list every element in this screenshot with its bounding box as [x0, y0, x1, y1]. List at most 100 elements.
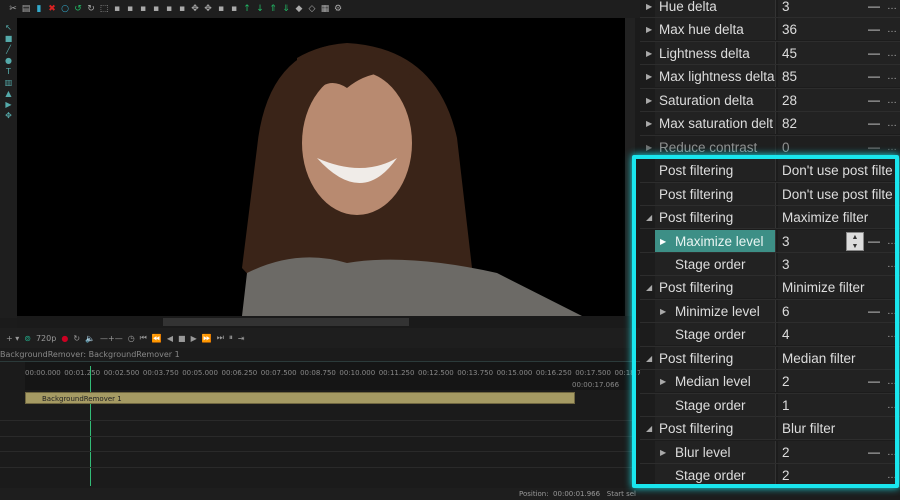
reset-icon[interactable]: —: [868, 18, 880, 41]
reset-icon[interactable]: —: [868, 136, 880, 159]
record-icon[interactable]: ●: [61, 334, 68, 343]
video-preview[interactable]: [17, 18, 625, 316]
property-value[interactable]: 3: [778, 229, 900, 252]
circle-icon[interactable]: ○: [60, 4, 70, 14]
fit-icon[interactable]: ▪: [216, 4, 226, 14]
reset-icon[interactable]: —: [868, 42, 880, 65]
more-icon[interactable]: …: [887, 112, 897, 135]
more-icon[interactable]: …: [887, 300, 897, 323]
property-value[interactable]: 0: [778, 135, 900, 158]
property-value[interactable]: 85: [778, 65, 900, 88]
property-row[interactable]: ▶ Max hue delta 36—…: [640, 18, 900, 42]
property-row[interactable]: ▶ Max saturation delt 82—…: [640, 112, 900, 136]
property-row[interactable]: ▶ Reduce contrast 0—…: [640, 135, 900, 160]
property-value[interactable]: 2: [778, 440, 900, 463]
property-row[interactable]: ▶ Lightness delta 45—…: [640, 41, 900, 66]
property-row[interactable]: Post filtering Don't use post filte: [640, 159, 900, 183]
property-row[interactable]: Stage order 1…: [640, 393, 900, 418]
prev-frame-icon[interactable]: ◀: [167, 334, 173, 343]
property-row[interactable]: Stage order 4…: [640, 323, 900, 347]
paste-icon[interactable]: ▮: [34, 4, 44, 14]
property-value[interactable]: Blur filter: [778, 417, 900, 440]
select-icon[interactable]: ⬚: [99, 4, 109, 14]
property-value[interactable]: Median filter: [778, 346, 900, 369]
property-row[interactable]: ▶ Saturation delta 28—…: [640, 88, 900, 113]
more-icon[interactable]: …: [887, 18, 897, 41]
reset-icon[interactable]: —: [868, 89, 880, 112]
ellipse-icon[interactable]: ●: [5, 57, 13, 65]
align-left-icon[interactable]: ▪: [112, 4, 122, 14]
property-value[interactable]: 2: [778, 464, 900, 486]
grid-icon[interactable]: ▦: [320, 4, 330, 14]
vertical-scrollbar[interactable]: [625, 18, 635, 316]
reset-icon[interactable]: —: [868, 230, 880, 253]
property-value[interactable]: 4: [778, 323, 900, 346]
play-icon[interactable]: ▶: [5, 101, 13, 109]
skip-start-icon[interactable]: ⏮: [140, 333, 147, 343]
more-icon[interactable]: …: [887, 464, 897, 487]
rewind-icon[interactable]: ⏪: [152, 334, 162, 343]
bottom-icon[interactable]: ⇓: [281, 4, 291, 14]
more-icon[interactable]: …: [887, 42, 897, 65]
rectangle-icon[interactable]: ■: [5, 35, 13, 43]
more-icon[interactable]: …: [887, 323, 897, 346]
property-row[interactable]: ▶ Max lightness delta 85—…: [640, 65, 900, 89]
align-right-icon[interactable]: ▪: [138, 4, 148, 14]
property-row[interactable]: Blur level ▶ 2—…: [640, 440, 900, 464]
reset-icon[interactable]: —: [868, 370, 880, 393]
more-icon[interactable]: …: [887, 230, 897, 253]
delete-icon[interactable]: ✖: [47, 4, 57, 14]
down-icon[interactable]: ↓: [255, 4, 265, 14]
loop-icon[interactable]: ↻: [73, 334, 80, 343]
play-icon[interactable]: ▶: [191, 334, 197, 343]
property-row[interactable]: ◢ Post filtering Minimize filter: [640, 276, 900, 300]
property-value[interactable]: Don't use post filte: [778, 182, 900, 205]
more-icon[interactable]: …: [887, 0, 897, 18]
property-row[interactable]: Maximize level ▶ 3 ▲ ▼ —…: [640, 229, 900, 253]
zoom-icon[interactable]: + ▾: [6, 334, 19, 343]
group-icon[interactable]: ◆: [294, 4, 304, 14]
ungroup-icon[interactable]: ◇: [307, 4, 317, 14]
property-row[interactable]: Post filtering Don't use post filte: [640, 182, 900, 206]
property-value[interactable]: 82: [778, 112, 900, 135]
property-value[interactable]: 3: [778, 252, 900, 275]
property-value[interactable]: 45: [778, 41, 900, 64]
align-middle-icon[interactable]: ▪: [164, 4, 174, 14]
property-row[interactable]: Median level ▶ 2—…: [640, 370, 900, 394]
line-icon[interactable]: ╱: [5, 46, 13, 54]
redo-icon[interactable]: ↻: [86, 4, 96, 14]
property-value[interactable]: Maximize filter: [778, 206, 900, 229]
property-value[interactable]: 6: [778, 299, 900, 322]
property-row[interactable]: ▶ Hue delta 3—…: [640, 0, 900, 19]
up-icon[interactable]: ↑: [242, 4, 252, 14]
clock-icon[interactable]: ◷: [128, 334, 135, 343]
split-icon[interactable]: ⏸: [229, 333, 233, 343]
expand-icon[interactable]: ▶: [660, 441, 670, 464]
text-icon[interactable]: T: [5, 68, 13, 76]
fast-forward-icon[interactable]: ⏩: [202, 334, 212, 343]
timeline-clip[interactable]: BackgroundRemover 1: [25, 392, 575, 404]
property-value[interactable]: 2: [778, 370, 900, 393]
undo-icon[interactable]: ↺: [73, 4, 83, 14]
copy-icon[interactable]: ▤: [21, 4, 31, 14]
property-row[interactable]: Stage order 3…: [640, 252, 900, 277]
expand-icon[interactable]: ▶: [660, 300, 670, 323]
marker-icon[interactable]: ⇥: [238, 334, 245, 343]
property-value[interactable]: Don't use post filte: [778, 159, 900, 182]
reset-icon[interactable]: —: [868, 65, 880, 88]
property-value[interactable]: 28: [778, 88, 900, 111]
reset-icon[interactable]: —: [868, 441, 880, 464]
reset-icon[interactable]: —: [868, 300, 880, 323]
align-top-icon[interactable]: ▪: [151, 4, 161, 14]
spinner[interactable]: ▲ ▼: [846, 231, 864, 251]
scrollbar-thumb[interactable]: [163, 318, 409, 326]
property-row[interactable]: ◢ Post filtering Maximize filter: [640, 206, 900, 230]
more-icon[interactable]: …: [887, 253, 897, 276]
top-icon[interactable]: ⇑: [268, 4, 278, 14]
more-icon[interactable]: …: [887, 89, 897, 112]
expand-icon[interactable]: ▶: [660, 370, 670, 393]
move-icon[interactable]: ✥: [190, 4, 200, 14]
cut-icon[interactable]: ✂: [8, 4, 18, 14]
more-icon[interactable]: …: [887, 136, 897, 159]
more-icon[interactable]: …: [887, 65, 897, 88]
